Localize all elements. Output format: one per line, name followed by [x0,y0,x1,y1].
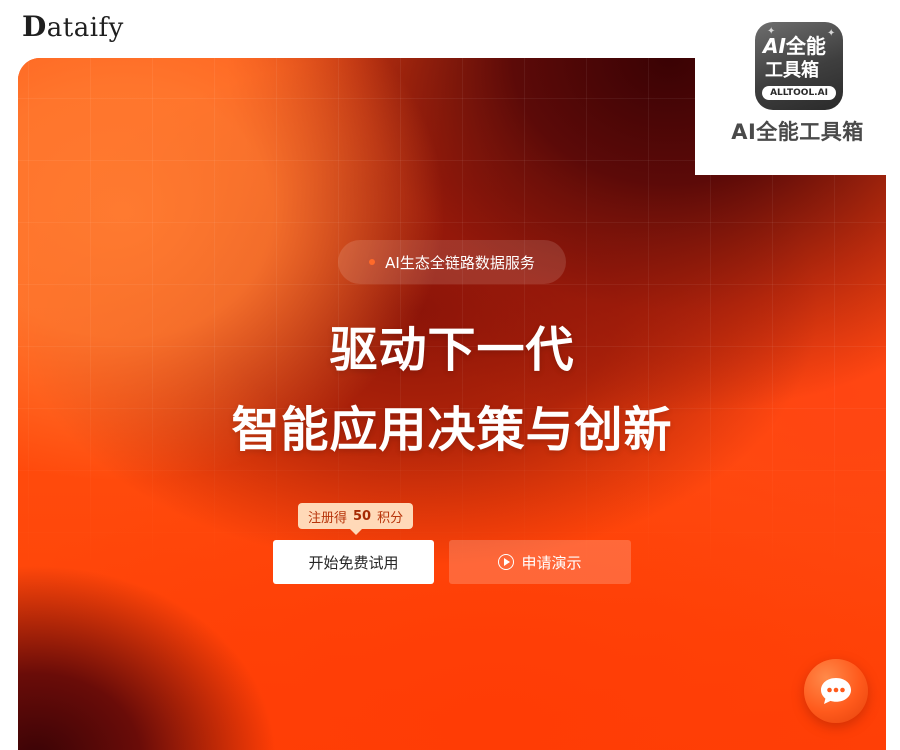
watermark-caption: AI全能工具箱 [731,120,864,144]
bonus-suffix: 积分 [377,510,404,526]
play-circle-icon [498,554,515,570]
chat-support-button[interactable] [804,659,868,723]
bonus-prefix: 注册得 [308,510,348,526]
start-free-trial-button[interactable]: 开始免费试用 [273,540,434,584]
logo-wordmark: ataify [46,13,124,43]
request-demo-label: 申请演示 [521,553,582,572]
chat-bubble-icon [821,678,851,704]
dataify-logo[interactable]: Dataify [22,10,124,43]
alltool-app-icon: ✦ ✦ AI全能 工具箱 ALLTOOL.AI [755,22,843,110]
badge-text: AI生态全链路数据服务 [385,253,535,272]
app-icon-line-1: AI全能 [763,34,826,58]
start-free-trial-label: 开始免费试用 [308,553,399,572]
app-icon-badge: ALLTOOL.AI [762,86,836,100]
badge-dot [369,259,376,265]
app-icon-line-2: 工具箱 [765,60,819,81]
signup-bonus-tooltip: 注册得 50 积分 [298,503,414,535]
hero-tagline-badge: AI生态全链路数据服务 [338,240,566,284]
headline-line-1: 驱动下一代 [329,322,575,378]
request-demo-button[interactable]: 申请演示 [449,540,631,584]
alltool-watermark: ✦ ✦ AI全能 工具箱 ALLTOOL.AI AI全能工具箱 [695,0,900,175]
headline-line-2: 智能应用决策与创新 [231,402,673,458]
bonus-points: 50 [353,508,372,524]
page: Dataify AI生态全链路数据服务 驱动下一代 智能应用决策与创新 注册得 … [0,0,900,750]
logo-initial: D [22,10,47,43]
sparkle-icon: ✦ [827,28,836,39]
